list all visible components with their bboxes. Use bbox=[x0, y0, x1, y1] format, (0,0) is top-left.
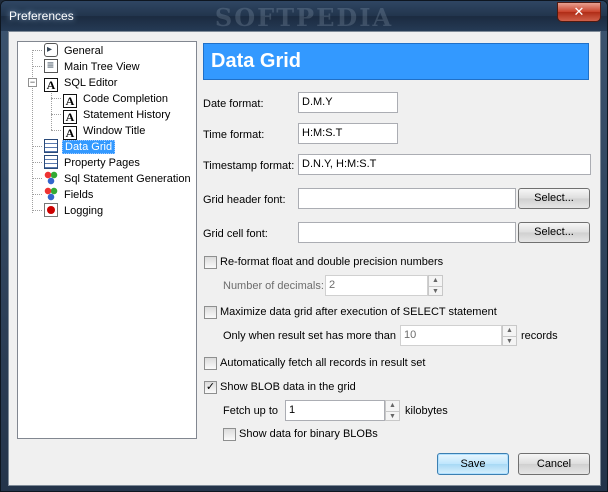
tree-connector bbox=[32, 210, 42, 211]
grid-cell-font-select-button[interactable]: Select... bbox=[518, 222, 590, 243]
grid-icon bbox=[44, 139, 58, 153]
tree-item-label: Property Pages bbox=[64, 157, 140, 169]
grid-icon bbox=[44, 155, 58, 169]
show-blob-checkbox[interactable]: ✓ bbox=[204, 381, 217, 394]
save-button[interactable]: Save bbox=[437, 453, 509, 475]
time-format-input[interactable]: H:M:S.T bbox=[298, 123, 398, 144]
spin-down-icon[interactable]: ▼ bbox=[503, 336, 516, 346]
min-records-input[interactable]: 10 bbox=[400, 325, 502, 346]
reformat-label: Re-format float and double precision num… bbox=[220, 256, 444, 268]
tree-connector bbox=[32, 66, 42, 67]
grid-cell-font-label: Grid cell font: bbox=[203, 228, 268, 240]
tree-item-label: Window Title bbox=[83, 125, 146, 137]
preferences-tree[interactable]: − General Main Tree View A SQL Editor A Co… bbox=[17, 41, 197, 439]
tree-connector bbox=[32, 178, 42, 179]
binary-blob-checkbox[interactable] bbox=[223, 428, 236, 441]
grid-cell-font-input[interactable] bbox=[298, 222, 516, 243]
spin-up-icon[interactable]: ▲ bbox=[503, 326, 516, 336]
min-records-spinner[interactable]: ▲ ▼ bbox=[502, 325, 517, 346]
tree-item-label: Fields bbox=[64, 189, 94, 201]
tree-connector bbox=[51, 130, 61, 131]
tree-item-label: Main Tree View bbox=[64, 61, 140, 73]
tree-item-label: Data Grid bbox=[62, 140, 116, 154]
title-bar[interactable]: Preferences SOFTPEDIA ✕ bbox=[1, 1, 607, 32]
grid-header-font-label: Grid header font: bbox=[203, 194, 286, 206]
timestamp-format-label: Timestamp format: bbox=[203, 160, 295, 172]
tree-item-property-pages[interactable]: Property Pages bbox=[44, 155, 142, 171]
page-title: Data Grid bbox=[203, 43, 589, 80]
tree-item-statement-history[interactable]: A Statement History bbox=[63, 107, 172, 124]
reformat-checkbox[interactable] bbox=[204, 256, 217, 269]
spin-up-icon[interactable]: ▲ bbox=[386, 401, 399, 411]
close-button[interactable]: ✕ bbox=[557, 2, 601, 22]
grid-header-font-select-button[interactable]: Select... bbox=[518, 188, 590, 209]
tree-item-fields[interactable]: Fields bbox=[44, 187, 95, 203]
tree-item-label: General bbox=[64, 45, 104, 57]
watermark-text: SOFTPEDIA bbox=[214, 3, 394, 32]
tree-item-label: Logging bbox=[64, 205, 104, 217]
tree-item-data-grid[interactable]: Data Grid bbox=[44, 139, 116, 155]
tree-item-sql-editor[interactable]: A SQL Editor bbox=[44, 75, 119, 92]
maximize-checkbox[interactable] bbox=[204, 306, 217, 319]
fetch-up-to-spinner[interactable]: ▲ ▼ bbox=[385, 400, 400, 421]
tree-connector bbox=[51, 114, 61, 115]
general-icon bbox=[44, 42, 58, 58]
tree-item-label: Sql Statement Generation bbox=[64, 173, 191, 185]
decimals-spinner[interactable]: ▲ ▼ bbox=[428, 275, 443, 296]
tree-view-icon bbox=[44, 57, 58, 73]
fields-icon bbox=[44, 187, 58, 201]
fetch-up-to-input[interactable]: 1 bbox=[285, 400, 385, 421]
tree-item-label: SQL Editor bbox=[64, 77, 118, 89]
grid-header-font-input[interactable] bbox=[298, 188, 516, 209]
records-label: records bbox=[521, 330, 558, 342]
logging-icon bbox=[44, 203, 58, 217]
generation-icon bbox=[44, 171, 58, 185]
font-icon: A bbox=[63, 94, 77, 108]
fetch-up-to-label: Fetch up to bbox=[223, 405, 279, 417]
sql-editor-icon: A bbox=[44, 78, 58, 92]
autofetch-checkbox[interactable] bbox=[204, 357, 217, 370]
tree-connector bbox=[51, 90, 52, 130]
tree-item-code-completion[interactable]: A Code Completion bbox=[63, 91, 170, 108]
maximize-label: Maximize data grid after execution of SE… bbox=[220, 306, 497, 318]
spin-down-icon[interactable]: ▼ bbox=[386, 411, 399, 421]
autofetch-label: Automatically fetch all records in resul… bbox=[220, 357, 426, 369]
tree-item-logging[interactable]: Logging bbox=[44, 203, 105, 219]
font-icon: A bbox=[63, 110, 77, 124]
tree-item-label: Statement History bbox=[83, 109, 171, 121]
tree-connector bbox=[51, 98, 61, 99]
tree-item-label: Code Completion bbox=[83, 93, 168, 105]
decimals-input[interactable]: 2 bbox=[325, 275, 428, 296]
show-blob-label: Show BLOB data in the grid bbox=[220, 381, 356, 393]
binary-blob-label: Show data for binary BLOBs bbox=[239, 428, 378, 440]
font-icon: A bbox=[63, 126, 77, 140]
spin-down-icon[interactable]: ▼ bbox=[429, 286, 442, 296]
decimals-label: Number of decimals: bbox=[223, 280, 324, 292]
spin-up-icon[interactable]: ▲ bbox=[429, 276, 442, 286]
tree-connector bbox=[32, 146, 42, 147]
cancel-button[interactable]: Cancel bbox=[518, 453, 590, 475]
tree-connector bbox=[32, 162, 42, 163]
date-format-input[interactable]: D.M.Y bbox=[298, 92, 398, 113]
tree-item-sql-statement-generation[interactable]: Sql Statement Generation bbox=[44, 171, 193, 187]
collapse-icon[interactable]: − bbox=[28, 78, 37, 87]
dialog-body: − General Main Tree View A SQL Editor A Co… bbox=[8, 31, 601, 486]
tree-item-window-title[interactable]: A Window Title bbox=[63, 123, 147, 140]
tree-connector bbox=[32, 194, 42, 195]
tree-item-main-tree-view[interactable]: Main Tree View bbox=[44, 57, 142, 75]
only-when-label: Only when result set has more than bbox=[223, 330, 397, 342]
time-format-label: Time format: bbox=[203, 129, 265, 141]
timestamp-format-input[interactable]: D.N.Y, H:M:S.T bbox=[298, 154, 591, 175]
preferences-window: Preferences SOFTPEDIA ✕ − General Main bbox=[0, 0, 608, 492]
kilobytes-label: kilobytes bbox=[405, 405, 448, 417]
tree-connector bbox=[32, 50, 33, 213]
tree-connector bbox=[32, 50, 42, 51]
date-format-label: Date format: bbox=[203, 98, 264, 110]
